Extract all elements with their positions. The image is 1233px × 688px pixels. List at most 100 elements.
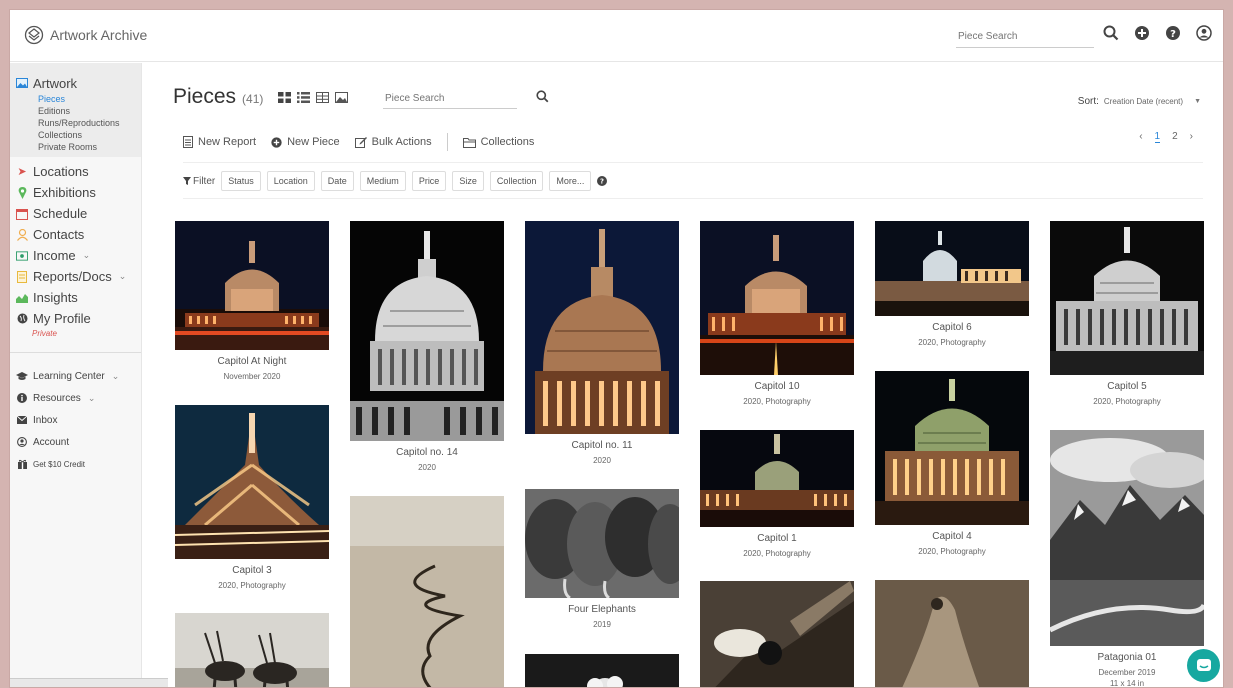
filter-label[interactable]: Filter: [183, 176, 215, 187]
piece-image[interactable]: [875, 371, 1029, 525]
piece-image[interactable]: [175, 405, 329, 559]
sidebar-item-get-credit[interactable]: Get $10 Credit: [10, 453, 141, 475]
prev-page-button[interactable]: ‹: [1139, 131, 1142, 143]
global-search-input[interactable]: [956, 26, 1094, 48]
piece-image[interactable]: [175, 613, 329, 687]
sidebar-item-contacts[interactable]: Contacts: [10, 224, 141, 245]
piece-image[interactable]: [350, 496, 504, 687]
piece-title[interactable]: Capitol 4: [875, 531, 1029, 542]
sidebar-item-income[interactable]: Income ⌄: [10, 245, 141, 266]
piece-card[interactable]: [525, 654, 679, 687]
document-icon: [16, 270, 28, 283]
user-circle-icon[interactable]: [1195, 24, 1213, 42]
piece-image[interactable]: [525, 654, 679, 687]
piece-card[interactable]: Capitol 6 2020, Photography: [875, 221, 1029, 347]
piece-image[interactable]: [525, 489, 679, 598]
piece-title[interactable]: Four Elephants: [525, 604, 679, 615]
piece-title[interactable]: Capitol 1: [700, 533, 854, 544]
next-page-button[interactable]: ›: [1190, 131, 1193, 143]
calendar-icon: [16, 208, 28, 220]
sidebar-item-locations[interactable]: ➤ Locations: [10, 161, 141, 182]
filter-size-button[interactable]: Size: [452, 171, 484, 191]
list-view-icon[interactable]: [297, 92, 310, 103]
piece-image[interactable]: [350, 221, 504, 441]
piece-image[interactable]: [1050, 221, 1204, 375]
info-icon: [16, 393, 28, 403]
piece-title[interactable]: Capitol 5: [1050, 381, 1204, 392]
filter-location-button[interactable]: Location: [266, 171, 315, 191]
sidebar-item-resources[interactable]: Resources ⌄: [10, 387, 141, 409]
piece-image[interactable]: [700, 430, 854, 527]
piece-card[interactable]: Capitol 3 2020, Photography: [175, 405, 329, 590]
piece-title[interactable]: Capitol 3: [175, 565, 329, 576]
app-logo[interactable]: Artwork Archive: [24, 25, 147, 45]
sidebar-item-reports[interactable]: Reports/Docs ⌄: [10, 266, 141, 287]
piece-search-input[interactable]: [383, 89, 517, 109]
filter-date-button[interactable]: Date: [320, 171, 354, 191]
table-view-icon[interactable]: [316, 92, 329, 103]
chat-button[interactable]: [1187, 649, 1220, 682]
piece-title[interactable]: Capitol 10: [700, 381, 854, 392]
piece-card[interactable]: Capitol 10 2020, Photography: [700, 221, 854, 406]
piece-card[interactable]: [350, 496, 504, 687]
sidebar-item-inbox[interactable]: Inbox: [10, 409, 141, 431]
page-2-button[interactable]: 2: [1172, 131, 1178, 143]
sidebar-sub-runs[interactable]: Runs/Reproductions: [16, 117, 141, 129]
piece-title[interactable]: Capitol At Night: [175, 356, 329, 367]
filter-status-button[interactable]: Status: [221, 171, 261, 191]
piece-title[interactable]: Patagonia 01: [1050, 652, 1204, 663]
filter-more-button[interactable]: More...: [549, 171, 592, 191]
piece-image[interactable]: [700, 581, 854, 687]
piece-card[interactable]: Capitol 5 2020, Photography: [1050, 221, 1204, 406]
sidebar-item-insights[interactable]: Insights: [10, 287, 141, 308]
piece-image[interactable]: [700, 221, 854, 375]
piece-card[interactable]: [700, 581, 854, 687]
new-piece-button[interactable]: New Piece: [271, 136, 340, 148]
sidebar-item-artwork[interactable]: Artwork: [16, 75, 141, 91]
gift-icon: [16, 459, 28, 469]
piece-card[interactable]: Capitol 1 2020, Photography: [700, 430, 854, 558]
sidebar-item-account[interactable]: Account: [10, 431, 141, 453]
piece-card[interactable]: [875, 580, 1029, 687]
sidebar-sub-private-rooms[interactable]: Private Rooms: [16, 141, 141, 153]
piece-card[interactable]: Capitol At Night November 2020: [175, 221, 329, 381]
help-icon[interactable]: ?: [1164, 24, 1182, 42]
piece-image[interactable]: [175, 221, 329, 350]
sort-control[interactable]: Sort: Creation Date (recent) ▼: [1078, 96, 1201, 107]
piece-card[interactable]: [175, 613, 329, 687]
add-circle-icon[interactable]: [1133, 24, 1151, 42]
grid-view-icon[interactable]: [278, 92, 291, 103]
piece-image[interactable]: [1050, 430, 1204, 646]
piece-card[interactable]: Capitol no. 14 2020: [350, 221, 504, 472]
sidebar-item-learning-center[interactable]: Learning Center ⌄: [10, 365, 141, 387]
sidebar-item-exhibitions[interactable]: Exhibitions: [10, 182, 141, 203]
piece-card[interactable]: Patagonia 01 December 2019 11 x 14 in: [1050, 430, 1204, 687]
new-report-button[interactable]: New Report: [183, 136, 256, 148]
bulk-actions-button[interactable]: Bulk Actions: [354, 136, 432, 148]
search-icon[interactable]: [536, 90, 549, 103]
piece-title[interactable]: Capitol 6: [875, 322, 1029, 333]
piece-title[interactable]: Capitol no. 11: [525, 440, 679, 451]
sidebar-item-my-profile[interactable]: My Profile: [10, 308, 141, 329]
filter-collection-button[interactable]: Collection: [489, 171, 544, 191]
search-icon[interactable]: [1102, 24, 1120, 42]
help-icon[interactable]: ?: [597, 176, 608, 186]
sidebar-sub-editions[interactable]: Editions: [16, 105, 141, 117]
piece-title[interactable]: Capitol no. 14: [350, 447, 504, 458]
piece-image[interactable]: [875, 580, 1029, 687]
piece-image[interactable]: [525, 221, 679, 434]
page-1-button[interactable]: 1: [1154, 131, 1161, 143]
main-content: Pieces (41) Sort: Creation Date (recent)…: [143, 63, 1223, 687]
piece-card[interactable]: Capitol no. 11 2020: [525, 221, 679, 465]
piece-image[interactable]: [875, 221, 1029, 316]
image-view-icon[interactable]: [335, 92, 348, 103]
collections-button[interactable]: Collections: [462, 136, 534, 148]
sidebar-sub-pieces[interactable]: Pieces: [16, 93, 141, 105]
filter-medium-button[interactable]: Medium: [359, 171, 406, 191]
filter-price-button[interactable]: Price: [411, 171, 447, 191]
sidebar-sub-collections[interactable]: Collections: [16, 129, 141, 141]
sidebar-item-schedule[interactable]: Schedule: [10, 203, 141, 224]
piece-card[interactable]: Four Elephants 2019: [525, 489, 679, 629]
sidebar-item-label: Artwork: [33, 75, 78, 91]
piece-card[interactable]: Capitol 4 2020, Photography: [875, 371, 1029, 556]
